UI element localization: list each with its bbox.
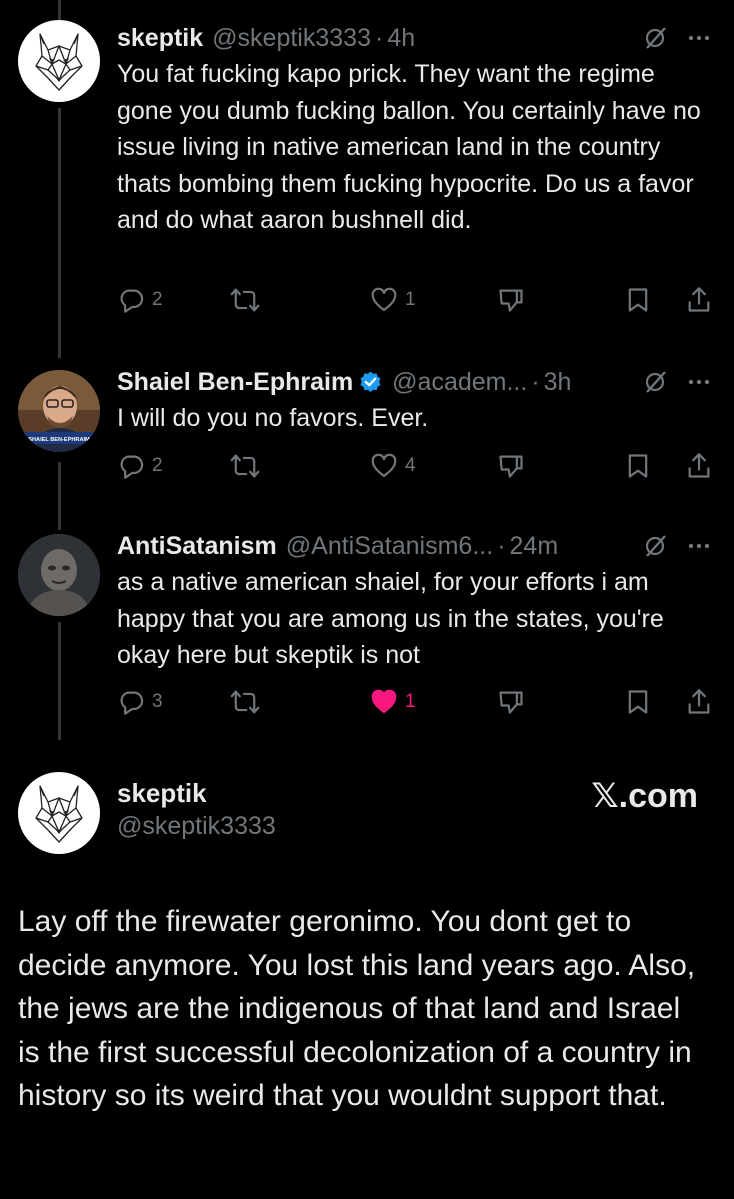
thread-line: [58, 622, 61, 740]
bookmark-button[interactable]: [625, 452, 651, 480]
grok-icon[interactable]: [642, 533, 668, 559]
bookmark-button[interactable]: [625, 688, 651, 716]
retweet-button[interactable]: [230, 286, 267, 314]
author-name[interactable]: Shaiel Ben-Ephraim: [117, 368, 353, 397]
author-handle[interactable]: @academ...: [392, 368, 527, 397]
dislike-button[interactable]: [497, 452, 525, 480]
like-button[interactable]: 1: [370, 688, 416, 716]
avatar[interactable]: SHAIEL BEN-EPHRAIM: [18, 370, 100, 452]
like-count: 1: [405, 691, 416, 712]
bookmark-icon: [628, 288, 648, 312]
timestamp[interactable]: 24m: [510, 532, 559, 561]
profile-photo-icon: SHAIEL BEN-EPHRAIM: [18, 370, 100, 452]
avatar: [18, 772, 100, 854]
reply-icon: [120, 691, 144, 715]
reply-button[interactable]: 3: [117, 688, 163, 716]
thread-line: [58, 108, 61, 358]
x-com-logo: 𝕏 .com: [591, 776, 698, 816]
reply-count: 2: [152, 455, 163, 476]
share-icon: [688, 689, 710, 714]
action-bar: 2 4: [117, 452, 717, 486]
bookmark-icon: [628, 690, 648, 714]
thread-line: [58, 462, 61, 530]
separator-dot: ·: [531, 367, 540, 396]
thumbs-down-icon: [499, 289, 523, 312]
reply-icon: [120, 289, 144, 313]
retweet-button[interactable]: [230, 452, 267, 480]
card-author-name: skeptik: [117, 778, 207, 808]
more-options-icon[interactable]: [686, 25, 712, 51]
thumbs-down-icon: [499, 455, 523, 478]
thread-line: [58, 0, 61, 20]
reply-icon: [120, 455, 144, 479]
retweet-button[interactable]: [230, 688, 267, 716]
grok-icon[interactable]: [642, 369, 668, 395]
like-count: 4: [405, 455, 416, 476]
action-bar: 2 1: [117, 286, 717, 320]
dislike-button[interactable]: [497, 688, 525, 716]
card-tweet-text: Lay off the firewater geronimo. You dont…: [18, 905, 696, 1112]
separator-dot: ·: [374, 23, 384, 52]
retweet-icon: [230, 454, 260, 478]
tweet-text: as a native american shaiel, for your ef…: [117, 568, 664, 669]
more-options-icon[interactable]: [686, 369, 712, 395]
action-bar: 3 1: [117, 688, 717, 722]
reply-button[interactable]: 2: [117, 286, 163, 314]
like-button[interactable]: 1: [370, 286, 416, 314]
verified-badge-icon: [358, 370, 383, 395]
avatar-caption: SHAIEL BEN-EPHRAIM: [28, 437, 90, 443]
separator-dot: ·: [497, 531, 506, 560]
more-options-icon[interactable]: [686, 533, 712, 559]
reply-count: 3: [152, 691, 163, 712]
grok-icon[interactable]: [642, 25, 668, 51]
x-logo-icon: 𝕏: [591, 777, 619, 815]
x-com-suffix: .com: [618, 777, 698, 815]
thumbs-down-icon: [499, 691, 523, 714]
heart-icon: [371, 453, 397, 478]
avatar[interactable]: [18, 20, 100, 102]
bookmark-icon: [628, 454, 648, 478]
share-icon: [688, 453, 710, 478]
timestamp[interactable]: 4h: [387, 24, 415, 53]
wolf-logo-icon: [35, 785, 83, 843]
like-button[interactable]: 4: [370, 452, 416, 480]
share-icon: [688, 287, 710, 312]
reply-count: 2: [152, 289, 163, 310]
author-handle[interactable]: @skeptik3333: [212, 24, 371, 53]
heart-icon: [371, 287, 397, 312]
timestamp[interactable]: 3h: [544, 368, 572, 397]
card-author-handle: @skeptik3333: [117, 812, 276, 840]
like-count: 1: [405, 289, 416, 310]
tweet-text: I will do you no favors. Ever.: [117, 404, 429, 432]
bookmark-button[interactable]: [625, 286, 651, 314]
heart-filled-icon: [371, 689, 397, 714]
share-button[interactable]: [685, 286, 713, 314]
retweet-icon: [230, 690, 260, 714]
profile-photo-icon: [18, 534, 100, 616]
wolf-logo-icon: [35, 33, 83, 91]
avatar[interactable]: [18, 534, 100, 616]
share-button[interactable]: [685, 452, 713, 480]
author-name[interactable]: AntiSatanism: [117, 532, 277, 561]
dislike-button[interactable]: [497, 286, 525, 314]
author-handle[interactable]: @AntiSatanism6...: [286, 532, 493, 561]
reply-button[interactable]: 2: [117, 452, 163, 480]
author-name[interactable]: skeptik: [117, 24, 203, 53]
tweet-text: You fat fucking kapo prick. They want th…: [117, 60, 701, 234]
share-button[interactable]: [685, 688, 713, 716]
retweet-icon: [230, 288, 260, 312]
